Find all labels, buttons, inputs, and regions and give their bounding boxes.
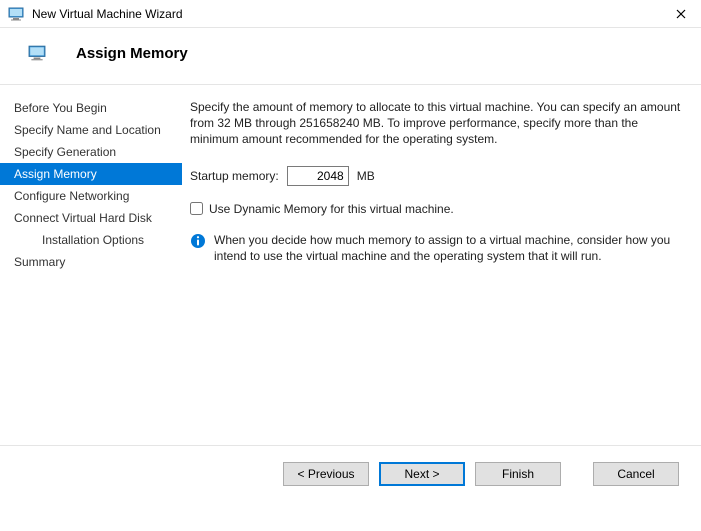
wizard-header: Assign Memory [0, 28, 701, 84]
wizard-body: Before You Begin Specify Name and Locati… [0, 84, 701, 446]
memory-description: Specify the amount of memory to allocate… [190, 99, 683, 148]
step-assign-memory[interactable]: Assign Memory [0, 163, 182, 185]
step-installation-options[interactable]: Installation Options [0, 229, 182, 251]
wizard-content: Specify the amount of memory to allocate… [182, 85, 701, 445]
startup-memory-input[interactable] [287, 166, 349, 186]
dynamic-memory-row: Use Dynamic Memory for this virtual mach… [190, 202, 683, 216]
step-connect-vhd[interactable]: Connect Virtual Hard Disk [0, 207, 182, 229]
titlebar: New Virtual Machine Wizard [0, 0, 701, 28]
vm-icon [8, 6, 24, 22]
vm-icon [28, 44, 46, 62]
step-specify-generation[interactable]: Specify Generation [0, 141, 182, 163]
info-row: When you decide how much memory to assig… [190, 232, 683, 264]
previous-button[interactable]: < Previous [283, 462, 369, 486]
wizard-steps: Before You Begin Specify Name and Locati… [0, 85, 182, 445]
step-specify-name[interactable]: Specify Name and Location [0, 119, 182, 141]
next-button[interactable]: Next > [379, 462, 465, 486]
step-configure-networking[interactable]: Configure Networking [0, 185, 182, 207]
info-icon [190, 233, 206, 249]
startup-memory-row: Startup memory: MB [190, 166, 683, 186]
startup-memory-unit: MB [357, 169, 375, 183]
window-title: New Virtual Machine Wizard [32, 7, 669, 21]
close-button[interactable] [669, 2, 693, 26]
startup-memory-label: Startup memory: [190, 169, 279, 183]
step-summary[interactable]: Summary [0, 251, 182, 273]
page-title: Assign Memory [76, 45, 188, 62]
dynamic-memory-label: Use Dynamic Memory for this virtual mach… [209, 202, 454, 216]
info-text: When you decide how much memory to assig… [214, 232, 683, 264]
cancel-button[interactable]: Cancel [593, 462, 679, 486]
dynamic-memory-checkbox[interactable] [190, 202, 203, 215]
wizard-footer: < Previous Next > Finish Cancel [0, 446, 701, 486]
step-before-you-begin[interactable]: Before You Begin [0, 97, 182, 119]
finish-button[interactable]: Finish [475, 462, 561, 486]
